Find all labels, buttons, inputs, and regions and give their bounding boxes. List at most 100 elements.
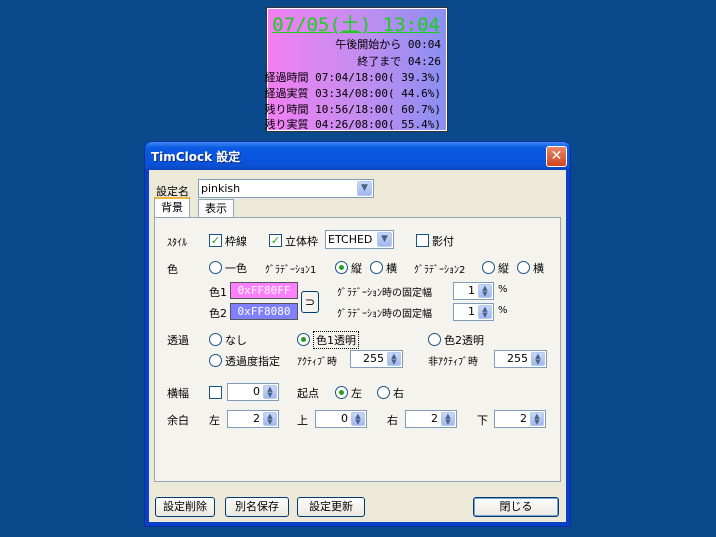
grad2-vertical-radio[interactable]	[482, 261, 495, 274]
window-client: 設定名 pinkish ▼ 背景 表示 ｽﾀｲﾙ ✓ 枠線 ✓ 立体枠 ETCH…	[149, 170, 566, 522]
shadow-checkbox[interactable]	[416, 234, 429, 247]
tab-display[interactable]: 表示	[198, 199, 234, 217]
inactive-spin[interactable]: 255 ▲ ▼	[494, 350, 547, 368]
update-setting-button[interactable]: 設定更新	[297, 497, 365, 517]
fixed-width2-value: 1	[468, 305, 475, 318]
transparency-color1-label: 色1透明	[313, 331, 359, 349]
chevron-down-icon[interactable]: ▼	[377, 232, 392, 247]
active-value: 255	[363, 352, 384, 365]
close-icon[interactable]: ✕	[546, 146, 567, 167]
origin-right-label: 右	[393, 387, 404, 400]
inactive-value: 255	[507, 352, 528, 365]
margin-right-label: 右	[387, 414, 398, 427]
tab-label: 表示	[205, 202, 227, 215]
clock-line: 経過時間 07:04/18:00( 39.3%)	[264, 71, 441, 84]
margin-top-value: 0	[341, 412, 348, 425]
width-spin[interactable]: 0 ▲ ▼	[227, 383, 279, 401]
grad2-horizontal-label: 横	[533, 262, 544, 275]
tab-background[interactable]: 背景	[154, 197, 190, 217]
grad1-vertical-label: 縦	[351, 262, 362, 275]
grad2-label: ｸﾞﾗﾃﾞｰｼｮﾝ2	[414, 265, 466, 276]
margin-top-spin[interactable]: 0 ▲ ▼	[315, 410, 367, 428]
active-spin[interactable]: 255 ▲ ▼	[350, 350, 403, 368]
delete-setting-button[interactable]: 設定削除	[155, 497, 215, 517]
transparency-none-radio[interactable]	[209, 333, 222, 346]
tab-panel: ｽﾀｲﾙ ✓ 枠線 ✓ 立体枠 ETCHED ▼ 影付 色 一色 ｸﾞﾗﾃﾞｰｼ…	[154, 217, 561, 482]
transparency-color1-radio[interactable]	[297, 333, 310, 346]
origin-left-label: 左	[351, 387, 362, 400]
clock-widget: 07/05(土) 13:04 午後開始から 00:04 終了まで 04:26 経…	[264, 8, 447, 131]
grad2-horizontal-radio[interactable]	[517, 261, 530, 274]
origin-left-radio[interactable]	[335, 386, 348, 399]
chevron-down-icon[interactable]: ▼	[357, 181, 372, 196]
transparency-level-radio[interactable]	[209, 354, 222, 367]
fixed-width-label: ｸﾞﾗﾃﾞｰｼｮﾝ時の固定幅	[337, 288, 432, 299]
bevel-type-value: ETCHED	[328, 233, 373, 246]
clock-line: 経過実質 03:34/08:00( 44.6%)	[264, 87, 441, 100]
origin-label: 起点	[297, 387, 319, 400]
setting-name-value: pinkish	[201, 182, 241, 195]
fixed-width-label: ｸﾞﾗﾃﾞｰｼｮﾝ時の固定幅	[337, 309, 432, 320]
margin-bottom-label: 下	[477, 414, 488, 427]
border-checkbox[interactable]: ✓	[209, 234, 222, 247]
spin-arrows-icon[interactable]: ▲ ▼	[441, 412, 455, 426]
shadow-label: 影付	[432, 235, 454, 248]
color2-box[interactable]: 0xFF8080	[230, 303, 298, 320]
spin-arrows-icon[interactable]: ▲ ▼	[478, 305, 492, 319]
margin-right-spin[interactable]: 2 ▲ ▼	[405, 410, 457, 428]
origin-right-radio[interactable]	[377, 386, 390, 399]
clock-time: 07/05(土) 13:04	[272, 14, 440, 36]
transparency-color2-radio[interactable]	[428, 333, 441, 346]
percent-label: %	[498, 305, 508, 316]
percent-label: %	[498, 284, 508, 295]
spin-arrows-icon[interactable]: ▲ ▼	[263, 412, 277, 426]
margin-label: 余白	[167, 414, 189, 427]
grad2-vertical-label: 縦	[498, 262, 509, 275]
setting-name-combo[interactable]: pinkish ▼	[198, 179, 374, 198]
transparency-color2-label: 色2透明	[444, 334, 484, 347]
border-label: 枠線	[225, 235, 247, 248]
tab-label: 背景	[161, 201, 183, 214]
spin-arrows-icon[interactable]: ▲ ▼	[531, 352, 545, 366]
transparency-none-label: なし	[225, 334, 247, 347]
color2-label: 色2	[209, 307, 227, 320]
active-label: ｱｸﾃｨﾌﾞ時	[297, 357, 337, 368]
fixed-width1-value: 1	[468, 284, 475, 297]
title-bar[interactable]: TimClock 設定 ✕	[145, 142, 570, 170]
color-single-label: 一色	[225, 262, 247, 275]
fixed-width1-spin[interactable]: 1 ▲ ▼	[453, 282, 494, 300]
margin-bottom-value: 2	[520, 412, 527, 425]
color-label: 色	[167, 263, 178, 276]
grad1-horizontal-label: 横	[386, 262, 397, 275]
color-single-radio[interactable]	[209, 261, 222, 274]
bevel-label: 立体枠	[285, 235, 318, 248]
close-button[interactable]: 閉じる	[473, 497, 559, 517]
spin-arrows-icon[interactable]: ▲ ▼	[263, 385, 277, 399]
grad1-vertical-radio[interactable]	[335, 261, 348, 274]
clock-line: 残り時間 10:56/18:00( 60.7%)	[264, 103, 441, 116]
bevel-type-select[interactable]: ETCHED ▼	[325, 230, 394, 249]
spin-arrows-icon[interactable]: ▲ ▼	[351, 412, 365, 426]
spin-arrows-icon[interactable]: ▲ ▼	[387, 352, 401, 366]
margin-left-spin[interactable]: 2 ▲ ▼	[227, 410, 279, 428]
spin-arrows-icon[interactable]: ▲ ▼	[530, 412, 544, 426]
clock-line: 終了まで 04:26	[357, 55, 441, 68]
color1-box[interactable]: 0xFF80FF	[230, 282, 298, 299]
swap-colors-button[interactable]: ⊃	[301, 291, 319, 313]
color1-label: 色1	[209, 286, 227, 299]
clock-line: 残り実質 04:26/08:00( 55.4%)	[264, 118, 441, 131]
width-label: 横幅	[167, 387, 189, 400]
transparency-label: 透過	[167, 334, 189, 347]
grad1-horizontal-radio[interactable]	[370, 261, 383, 274]
width-checkbox[interactable]	[209, 386, 222, 399]
transparency-level-label: 透過度指定	[225, 355, 280, 368]
settings-window: TimClock 設定 ✕ 設定名 pinkish ▼ 背景 表示 ｽﾀｲﾙ ✓…	[144, 141, 571, 527]
spin-arrows-icon[interactable]: ▲ ▼	[478, 284, 492, 298]
style-label: ｽﾀｲﾙ	[167, 238, 187, 249]
grad1-label: ｸﾞﾗﾃﾞｰｼｮﾝ1	[265, 265, 317, 276]
inactive-label: 非ｱｸﾃｨﾌﾞ時	[428, 357, 478, 368]
bevel-checkbox[interactable]: ✓	[269, 234, 282, 247]
margin-bottom-spin[interactable]: 2 ▲ ▼	[494, 410, 546, 428]
fixed-width2-spin[interactable]: 1 ▲ ▼	[453, 303, 494, 321]
save-as-button[interactable]: 別名保存	[225, 497, 289, 517]
